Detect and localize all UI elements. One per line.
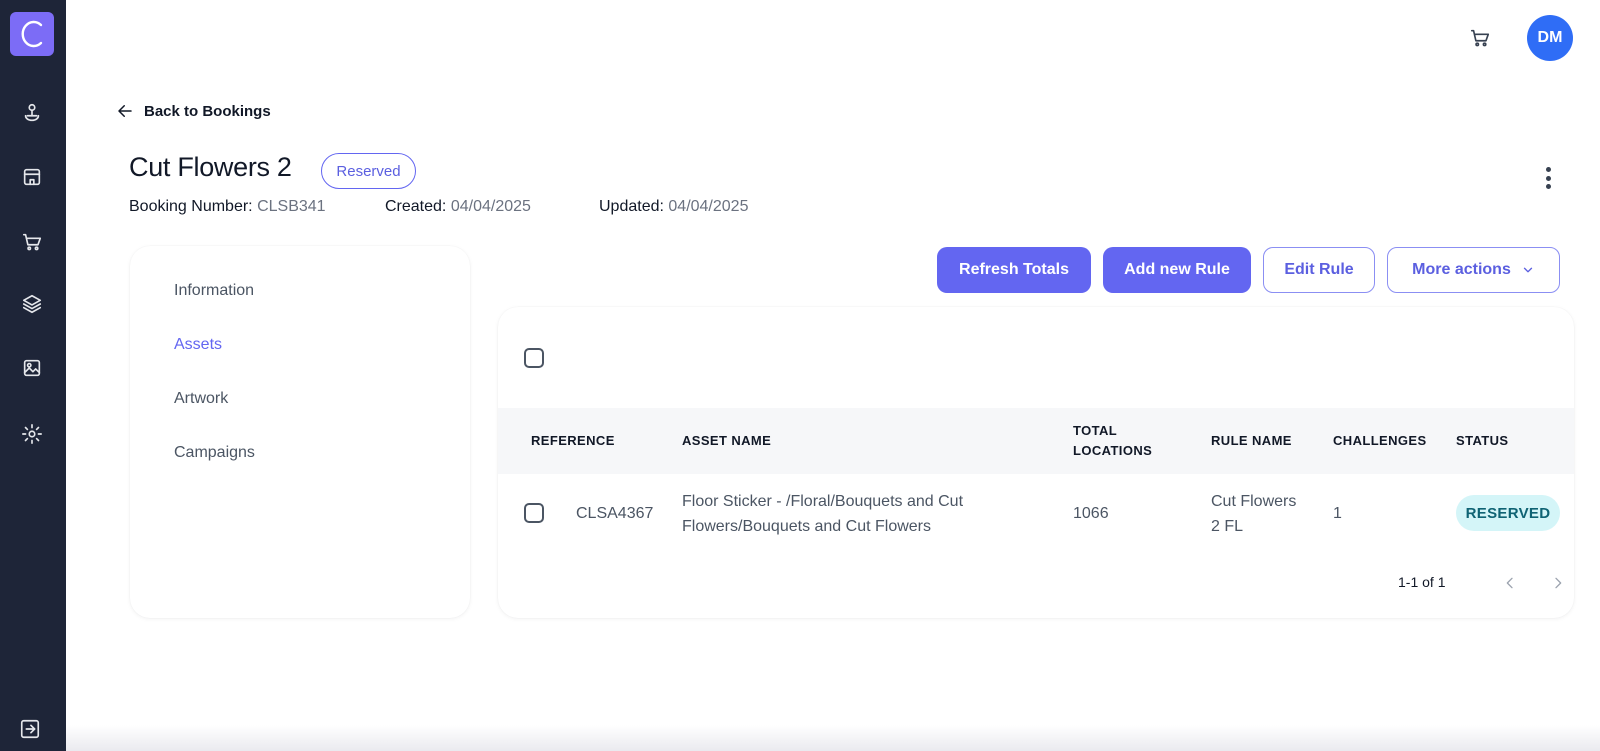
created-label: Created: — [385, 198, 447, 215]
header-total-locations-line2: LOCATIONS — [1073, 443, 1153, 458]
cell-rule-name: Cut Flowers 2 FL — [1211, 489, 1296, 539]
store-icon[interactable] — [20, 165, 44, 189]
refresh-totals-button[interactable]: Refresh Totals — [937, 247, 1091, 293]
bottom-edge-shadow — [66, 725, 1600, 751]
booking-number-value: CLSB341 — [257, 198, 326, 215]
cart-icon[interactable] — [20, 230, 44, 254]
back-link-label: Back to Bookings — [144, 102, 271, 120]
row-checkbox[interactable] — [524, 503, 544, 523]
cell-challenges: 1 — [1333, 505, 1342, 522]
tab-campaigns[interactable]: Campaigns — [174, 444, 255, 462]
back-to-bookings-link[interactable]: Back to Bookings — [116, 102, 271, 120]
pagination-text: 1-1 of 1 — [1398, 574, 1446, 590]
cell-reference: CLSA4367 — [576, 505, 654, 522]
updated-date: Updated: 04/04/2025 — [599, 198, 748, 216]
section-tabs-card: Information Assets Artwork Campaigns — [130, 246, 470, 618]
cell-asset-name: Floor Sticker - /Floral/Bouquets and Cut… — [682, 489, 963, 539]
tab-assets[interactable]: Assets — [174, 336, 222, 354]
page-title: Cut Flowers 2 — [129, 152, 292, 182]
select-all-checkbox[interactable] — [524, 348, 544, 368]
more-actions-label: More actions — [1412, 261, 1511, 278]
cell-total-locations: 1066 — [1073, 505, 1109, 522]
header-total-locations-line1: TOTAL — [1073, 423, 1118, 438]
edit-rule-button[interactable]: Edit Rule — [1263, 247, 1375, 293]
layers-icon[interactable] — [20, 292, 44, 316]
rule-name-line2: 2 FL — [1211, 518, 1244, 535]
image-icon[interactable] — [20, 356, 44, 380]
header-status[interactable]: STATUS — [1456, 431, 1508, 451]
booking-status-pill: Reserved — [321, 153, 416, 189]
rule-name-line1: Cut Flowers — [1211, 493, 1297, 510]
settings-icon[interactable] — [20, 422, 44, 446]
logo-letter-icon — [21, 20, 43, 48]
kebab-menu-icon[interactable] — [1536, 164, 1560, 192]
header-rule-name[interactable]: RULE NAME — [1211, 431, 1292, 451]
location-icon[interactable] — [20, 101, 44, 125]
updated-label: Updated: — [599, 198, 664, 215]
created-value: 04/04/2025 — [450, 198, 531, 215]
exit-icon[interactable] — [18, 717, 42, 741]
status-badge: RESERVED — [1456, 495, 1560, 531]
header-challenges[interactable]: CHALLENGES — [1333, 431, 1427, 451]
asset-name-line2: Flowers/Bouquets and Cut Flowers — [682, 518, 931, 535]
user-avatar[interactable]: DM — [1527, 15, 1573, 61]
arrow-left-icon — [118, 105, 132, 117]
chevron-down-icon — [1523, 267, 1532, 273]
tab-information[interactable]: Information — [174, 282, 254, 300]
table-header: REFERENCE ASSET NAME TOTAL LOCATIONS RUL… — [498, 408, 1574, 474]
more-actions-button[interactable]: More actions — [1387, 247, 1560, 293]
created-date: Created: 04/04/2025 — [385, 198, 531, 216]
booking-number-label: Booking Number: — [129, 198, 253, 215]
asset-name-line1: Floor Sticker - /Floral/Bouquets and Cut — [682, 493, 964, 510]
header-asset-name[interactable]: ASSET NAME — [682, 431, 771, 451]
sidebar — [0, 0, 66, 751]
booking-number: Booking Number: CLSB341 — [129, 198, 326, 216]
tab-artwork[interactable]: Artwork — [174, 390, 228, 408]
prev-page-icon[interactable] — [1499, 572, 1521, 594]
header-reference[interactable]: REFERENCE — [531, 431, 615, 451]
assets-table-card: REFERENCE ASSET NAME TOTAL LOCATIONS RUL… — [498, 307, 1574, 618]
next-page-icon[interactable] — [1547, 572, 1569, 594]
updated-value: 04/04/2025 — [668, 198, 749, 215]
header-cart-icon[interactable] — [1468, 26, 1492, 50]
app-logo[interactable] — [10, 12, 54, 56]
add-new-rule-button[interactable]: Add new Rule — [1103, 247, 1251, 293]
header-total-locations[interactable]: TOTAL LOCATIONS — [1073, 421, 1152, 461]
